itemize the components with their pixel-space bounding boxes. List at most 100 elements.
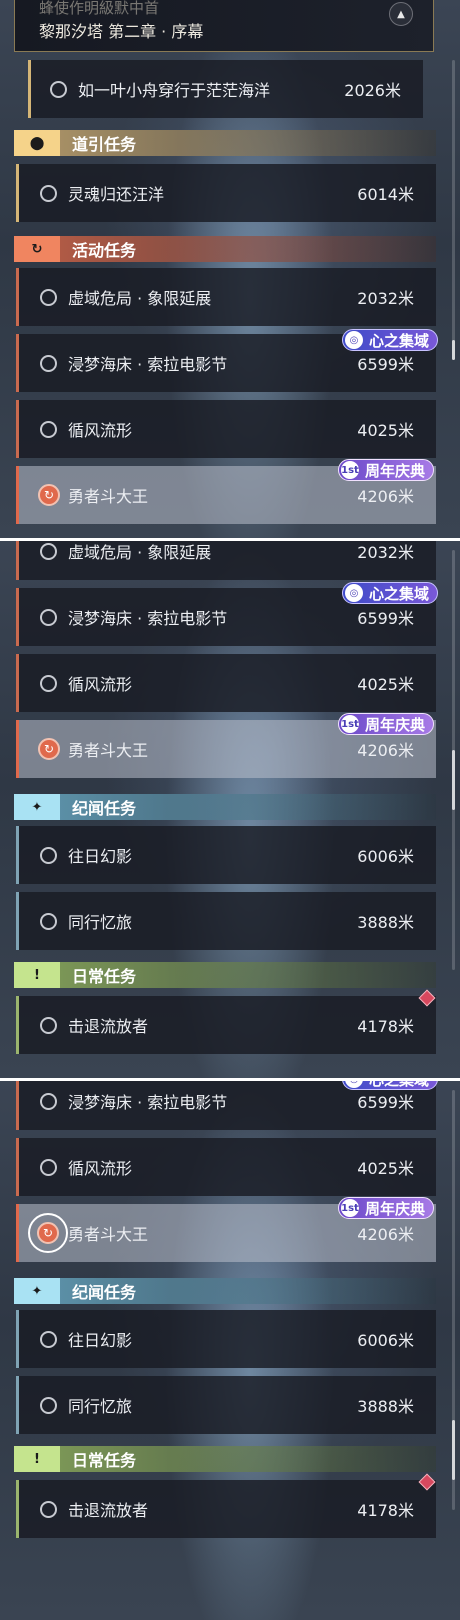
quest-name: 往日幻影 [68, 1331, 133, 1350]
scrollbar[interactable] [452, 1090, 455, 1510]
row-accent [16, 400, 19, 458]
quest-name: 击退流放者 [68, 1017, 149, 1036]
row-accent [16, 1310, 19, 1368]
exclamation-box-icon: ! [34, 967, 40, 983]
anniversary-mark-icon: 1st [341, 461, 359, 479]
row-accent [16, 466, 19, 524]
anniversary-badge: 1st 周年庆典 [338, 1197, 435, 1219]
quest-row-past[interactable]: 往日幻影 6006米 [16, 826, 436, 884]
quest-distance: 4206米 [357, 487, 414, 506]
sparkle-icon: ✦ [31, 799, 43, 815]
quest-list-panel: 虚域危局 · 象限延展 2032米 浸梦海床 · 索拉电影节 6599米 ◎ 心… [0, 540, 460, 1080]
quest-row-void[interactable]: 虚域危局 · 象限延展 2032米 [16, 268, 436, 326]
quest-row-exile[interactable]: 击退流放者 4178米 [16, 996, 436, 1054]
quest-distance: 2032米 [357, 543, 414, 562]
row-accent [16, 826, 19, 884]
category-label: 纪闻任务 [72, 799, 137, 818]
quest-row-past[interactable]: 往日幻影 6006米 [16, 1310, 436, 1368]
anniversary-badge: 1st 周年庆典 [338, 713, 435, 735]
heart-domain-badge: ◎ 心之集域 [342, 329, 439, 351]
quest-status-icon [40, 912, 57, 930]
row-accent [16, 720, 19, 778]
quest-row-together[interactable]: 同行忆旅 3888米 [16, 1376, 436, 1434]
quest-name: 循风流形 [68, 1159, 133, 1178]
anniversary-mark-icon: 1st [341, 1199, 359, 1217]
quest-distance: 4178米 [357, 1501, 414, 1520]
quest-row-wind[interactable]: 循风流形 4025米 [16, 654, 436, 712]
quest-distance: 6006米 [357, 1331, 414, 1350]
row-accent [16, 1080, 19, 1130]
sparkle-icon: ✦ [31, 1283, 43, 1299]
quest-name: 虚域危局 · 象限延展 [68, 543, 212, 562]
exclamation-box-icon: ! [34, 1451, 40, 1467]
scrollbar-thumb[interactable] [452, 750, 455, 810]
quest-list-panel: 蜂使作明級默中首 黎那汐塔 第二章 · 序幕 ▲ 如一叶小舟穿行于茫茫海洋 20… [0, 0, 460, 540]
category-label: 活动任务 [72, 241, 137, 260]
quest-name: 循风流形 [68, 421, 133, 440]
quest-status-icon [40, 184, 57, 202]
quest-row-wind[interactable]: 循风流形 4025米 [16, 1138, 436, 1196]
row-accent [28, 60, 31, 118]
quest-status-icon [40, 1330, 57, 1348]
quest-status-icon [40, 420, 57, 438]
anniversary-mark-icon: 1st [341, 715, 359, 733]
quest-name: 浸梦海床 · 索拉电影节 [68, 355, 228, 374]
quest-name: 如一叶小舟穿行于茫茫海洋 [78, 81, 271, 100]
scrollbar-thumb[interactable] [452, 340, 455, 360]
quest-distance: 4206米 [357, 1225, 414, 1244]
category-label: 纪闻任务 [72, 1283, 137, 1302]
quest-distance: 6599米 [357, 1093, 414, 1112]
chapter-title: 黎那汐塔 第二章 · 序幕 [39, 22, 204, 41]
row-accent [16, 164, 19, 222]
category-activity[interactable]: ↻ 活动任务 [14, 236, 436, 262]
quest-distance: 4206米 [357, 741, 414, 760]
quest-row-void[interactable]: 虚域危局 · 象限延展 2032米 [16, 540, 436, 580]
heart-domain-badge: ◎ 心之集域 [342, 582, 439, 604]
category-story[interactable]: ✦ 纪闻任务 [14, 794, 436, 820]
row-accent [16, 268, 19, 326]
screen-divider [0, 538, 460, 541]
row-accent [16, 1204, 19, 1262]
category-label: 日常任务 [72, 967, 137, 986]
category-daily[interactable]: ! 日常任务 [14, 962, 436, 988]
quest-row-soul[interactable]: 灵魂归还汪洋 6014米 [16, 164, 436, 222]
heart-domain-badge: ◎ 心之集域 [342, 1080, 439, 1090]
quest-row-together[interactable]: 同行忆旅 3888米 [16, 892, 436, 950]
quest-list-panel: 浸梦海床 · 索拉电影节 6599米 ◎ 心之集域 循风流形 4025米 ↻ 勇… [0, 1080, 460, 1620]
row-accent [16, 996, 19, 1054]
scrollbar-thumb[interactable] [452, 1420, 455, 1480]
category-daily[interactable]: ! 日常任务 [14, 1446, 436, 1472]
quest-name: 击退流放者 [68, 1501, 149, 1520]
quest-status-icon [40, 1396, 57, 1414]
chevron-up-icon[interactable]: ▲ [389, 2, 413, 26]
category-guide[interactable]: ⬤ 道引任务 [14, 130, 436, 156]
current-chapter-card[interactable]: 蜂使作明級默中首 黎那汐塔 第二章 · 序幕 ▲ [14, 0, 434, 52]
quest-distance: 4025米 [357, 1159, 414, 1178]
activity-quest-icon: ↻ [38, 484, 60, 506]
scrollbar[interactable] [452, 550, 455, 970]
quest-name: 往日幻影 [68, 847, 133, 866]
main-quest-row[interactable]: 如一叶小舟穿行于茫茫海洋 2026米 [28, 60, 423, 118]
quest-row-exile[interactable]: 击退流放者 4178米 [16, 1480, 436, 1538]
quest-name: 虚域危局 · 象限延展 [68, 289, 212, 308]
quest-row-wind[interactable]: 循风流形 4025米 [16, 400, 436, 458]
quest-status-icon [40, 288, 57, 306]
quest-status-icon [40, 354, 57, 372]
quest-distance: 4178米 [357, 1017, 414, 1036]
swirl-icon: ◎ [345, 584, 363, 602]
quest-name: 同行忆旅 [68, 1397, 133, 1416]
anniversary-badge: 1st 周年庆典 [338, 459, 435, 481]
badge-label: 心之集域 [369, 331, 430, 350]
category-story[interactable]: ✦ 纪闻任务 [14, 1278, 436, 1304]
quest-distance: 4025米 [357, 675, 414, 694]
row-accent [16, 540, 19, 580]
quest-status-icon [40, 1016, 57, 1034]
badge-label: 周年庆典 [365, 715, 426, 734]
screen-divider [0, 1078, 460, 1081]
quest-status-icon [40, 846, 57, 864]
quest-status-icon [40, 608, 57, 626]
scrollbar[interactable] [452, 60, 455, 360]
quest-distance: 6006米 [357, 847, 414, 866]
location-pin-icon: ⬤ [29, 135, 45, 151]
badge-label: 周年庆典 [365, 1199, 426, 1218]
